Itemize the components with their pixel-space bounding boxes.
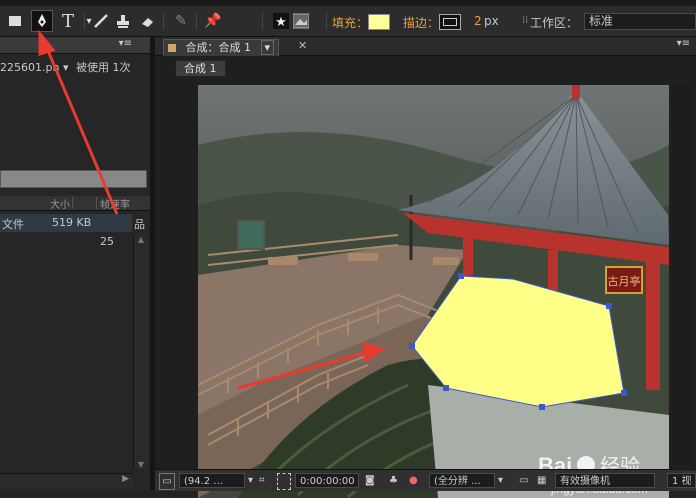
arrow-to-pen-tool	[44, 45, 119, 215]
arrow-head	[362, 341, 386, 363]
annotation-overlay	[38, 29, 386, 390]
arrow-to-shape	[237, 350, 369, 390]
arrow-head	[38, 29, 56, 57]
